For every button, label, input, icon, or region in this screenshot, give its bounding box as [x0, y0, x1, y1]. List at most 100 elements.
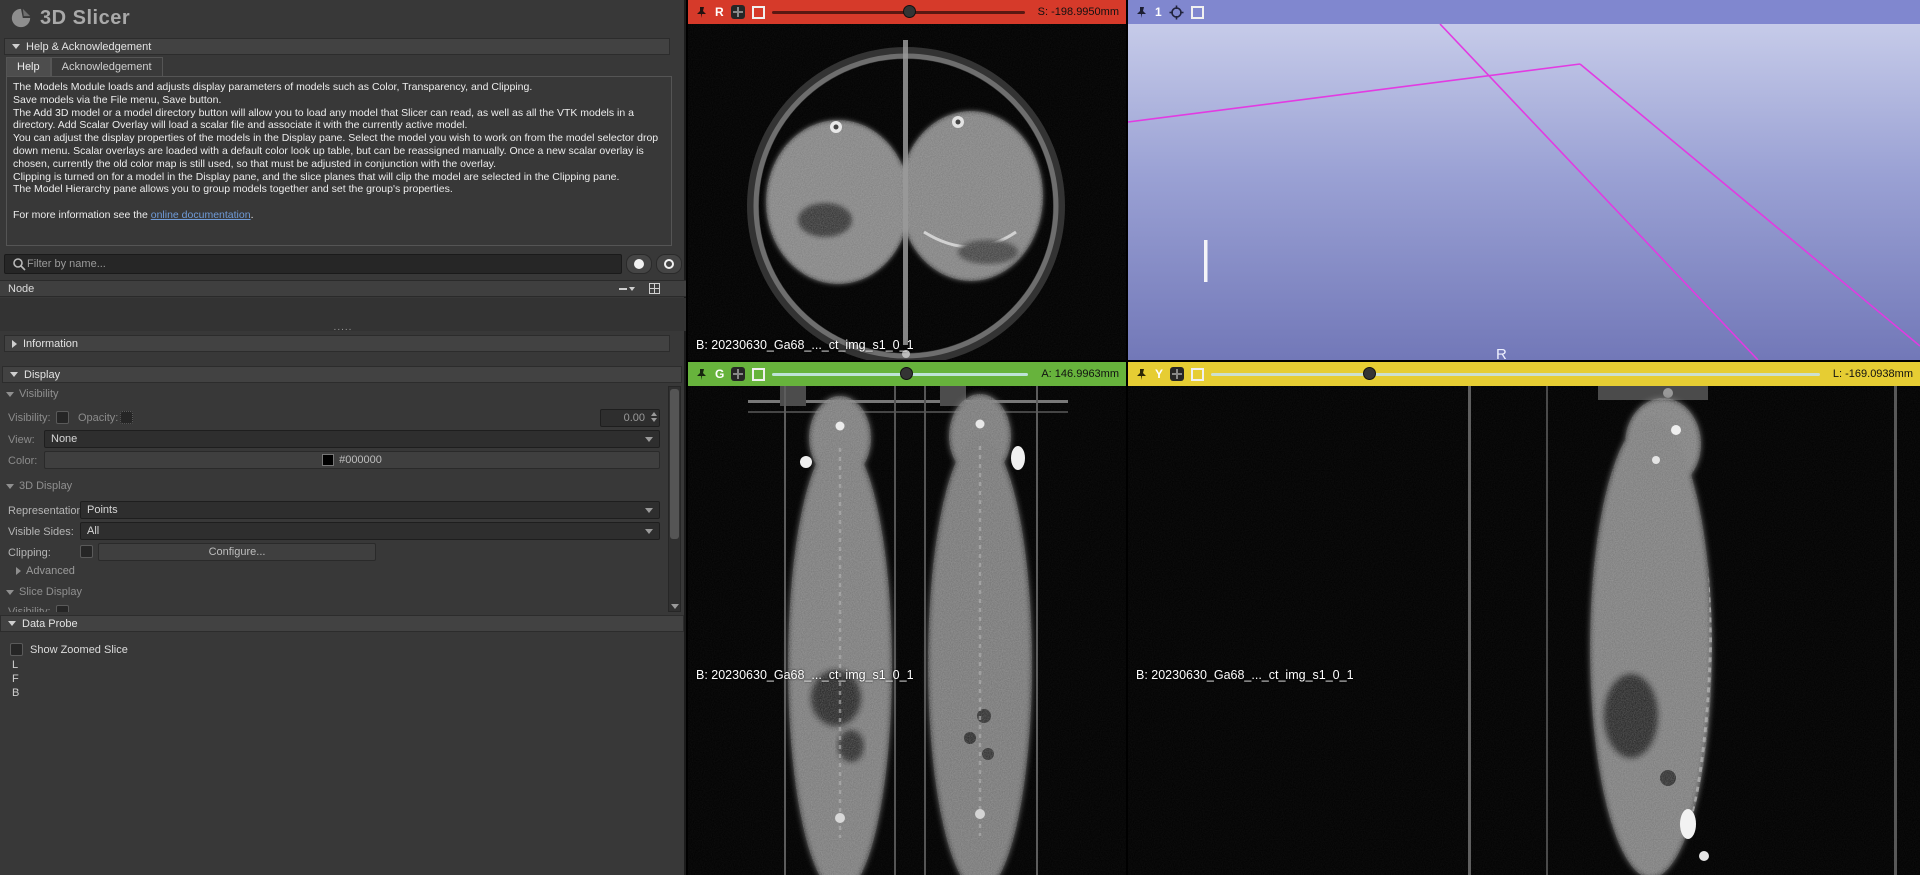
- red-slice-view: R S: -198.9950mm B: 20230630_Ga68_..._ct…: [688, 0, 1126, 360]
- red-slice-image[interactable]: [688, 24, 1126, 360]
- slice-settings-icon[interactable]: [731, 367, 746, 381]
- pin-icon[interactable]: [695, 6, 708, 19]
- slider-track: [771, 11, 1025, 14]
- slice-offset: A: 146.9963mm: [1041, 368, 1119, 380]
- node-visibility-button[interactable]: [656, 254, 682, 274]
- display-scrollbar[interactable]: [668, 386, 681, 612]
- color-picker-button[interactable]: #000000: [44, 451, 660, 469]
- view-combobox[interactable]: None: [44, 430, 660, 448]
- collapse-icon: [12, 339, 17, 348]
- app-title: 3D Slicer: [40, 6, 131, 29]
- slice-settings-icon[interactable]: [730, 5, 745, 19]
- orientation-marker-r: R: [1496, 346, 1507, 360]
- opacity-lock-icon[interactable]: [120, 411, 133, 424]
- threed-scene[interactable]: R: [1128, 24, 1920, 360]
- help-paragraph: You can adjust the display properties of…: [13, 132, 659, 170]
- collapse-icon: [8, 621, 16, 626]
- spin-up-icon[interactable]: [651, 412, 657, 416]
- configure-label: Configure...: [208, 546, 266, 558]
- table-columns-icon[interactable]: [649, 283, 660, 294]
- show-hidden-nodes-button[interactable]: [626, 254, 652, 274]
- green-slice-view: G A: 146.9963mm B: 20230630_Ga68_..._ct_…: [688, 362, 1126, 875]
- threed-toolbar: 1: [1128, 0, 1920, 24]
- red-slice-slider[interactable]: [771, 0, 1025, 24]
- view-visibility-icon[interactable]: [1190, 5, 1204, 19]
- spin-down-icon[interactable]: [651, 418, 657, 422]
- splitter-handle[interactable]: .....: [0, 322, 686, 333]
- online-documentation-link[interactable]: online documentation: [151, 209, 251, 221]
- chevron-down-icon: [645, 507, 653, 513]
- representation-combobox[interactable]: Points: [80, 501, 660, 519]
- opacity-spinbox[interactable]: 0.00: [600, 409, 660, 427]
- help-tabbar: Help Acknowledgement: [6, 57, 163, 76]
- green-slice-slider[interactable]: [772, 362, 1029, 386]
- collapse-icon: [6, 589, 14, 595]
- collapse-icon: [6, 391, 14, 397]
- representation-value: Points: [87, 504, 118, 516]
- slider-handle[interactable]: [900, 367, 914, 380]
- slider-handle[interactable]: [1363, 367, 1377, 380]
- chevron-down-icon: [645, 436, 653, 442]
- tab-acknowledgement[interactable]: Acknowledgement: [50, 57, 163, 76]
- 3d-display-subsection[interactable]: 3D Display: [6, 480, 72, 492]
- filter-by-name-input[interactable]: [4, 254, 622, 274]
- slice-visibility-icon[interactable]: [752, 367, 766, 381]
- section-display[interactable]: Display: [2, 366, 682, 383]
- slice-visibility-checkbox[interactable]: [56, 605, 69, 612]
- threed-view: 1 R: [1128, 0, 1920, 360]
- clipping-label: Clipping:: [8, 547, 51, 559]
- slider-handle[interactable]: [903, 5, 917, 18]
- search-icon: [13, 258, 26, 271]
- visible-sides-value: All: [87, 525, 100, 537]
- subsection-title: 3D Display: [19, 480, 73, 492]
- slice-settings-icon[interactable]: [1170, 367, 1185, 381]
- probe-axis-l: L: [12, 659, 19, 671]
- advanced-subsection[interactable]: Advanced: [16, 565, 75, 577]
- slice-visibility-icon[interactable]: [1191, 367, 1205, 381]
- section-data-probe[interactable]: Data Probe: [0, 615, 684, 632]
- slice-offset: S: -198.9950mm: [1037, 6, 1119, 18]
- collapse-icon: [6, 483, 14, 489]
- subsection-title: Visibility: [19, 388, 59, 400]
- yellow-slice-image[interactable]: [1128, 386, 1920, 875]
- help-paragraph: Clipping is turned on for a model in the…: [13, 170, 620, 183]
- probe-axis-b: B: [12, 687, 20, 699]
- green-slice-image[interactable]: [688, 386, 1126, 875]
- ring-icon: [664, 259, 674, 269]
- slice-visibility-icon[interactable]: [751, 5, 765, 19]
- volume-label: B: 20230630_Ga68_..._ct_img_s1_0_1: [1136, 668, 1354, 682]
- tab-help[interactable]: Help: [6, 57, 51, 76]
- pin-icon[interactable]: [1135, 6, 1148, 19]
- view-number: 1: [1155, 5, 1162, 19]
- slice-visibility-label: Visibility:: [8, 606, 51, 612]
- pin-icon[interactable]: [1135, 368, 1148, 381]
- chevron-down-icon: [629, 286, 635, 291]
- scroll-down-icon[interactable]: [671, 604, 679, 609]
- slider-track: [1211, 373, 1820, 376]
- section-information[interactable]: Information: [4, 335, 670, 352]
- scrollbar-thumb[interactable]: [670, 389, 679, 539]
- show-zoomed-slice-checkbox[interactable]: [10, 643, 23, 656]
- configure-clipping-button[interactable]: Configure...: [98, 543, 376, 561]
- yellow-slice-slider[interactable]: [1211, 362, 1820, 386]
- help-paragraph: The Add 3D model or a model directory bu…: [13, 106, 634, 132]
- center-view-icon[interactable]: [1169, 5, 1184, 20]
- yellow-slice-view: Y L: -169.0938mm B: 20230630_Ga68_..._ct…: [1128, 362, 1920, 875]
- minus-dropdown-button[interactable]: [619, 283, 635, 294]
- opacity-label: Opacity:: [78, 412, 119, 424]
- slice-display-subsection[interactable]: Slice Display: [6, 586, 82, 598]
- visible-sides-combobox[interactable]: All: [80, 522, 660, 540]
- visibility-subsection[interactable]: Visibility: [6, 388, 59, 400]
- module-panel: 3D Slicer Help & Acknowledgement Help Ac…: [0, 0, 686, 875]
- clipping-checkbox[interactable]: [80, 545, 93, 558]
- visibility-checkbox[interactable]: [56, 411, 69, 424]
- subsection-title: Slice Display: [19, 586, 82, 598]
- volume-label: B: 20230630_Ga68_..._ct_img_s1_0_1: [696, 668, 914, 682]
- pin-icon[interactable]: [695, 368, 708, 381]
- section-help-acknowledgement[interactable]: Help & Acknowledgement: [4, 38, 670, 55]
- chevron-down-icon: [645, 528, 653, 534]
- help-text-pane: The Models Module loads and adjusts disp…: [6, 76, 672, 246]
- section-title: Information: [23, 337, 79, 350]
- volume-label: B: 20230630_Ga68_..._ct_img_s1_0_1: [696, 338, 914, 352]
- view-letter: Y: [1155, 367, 1164, 381]
